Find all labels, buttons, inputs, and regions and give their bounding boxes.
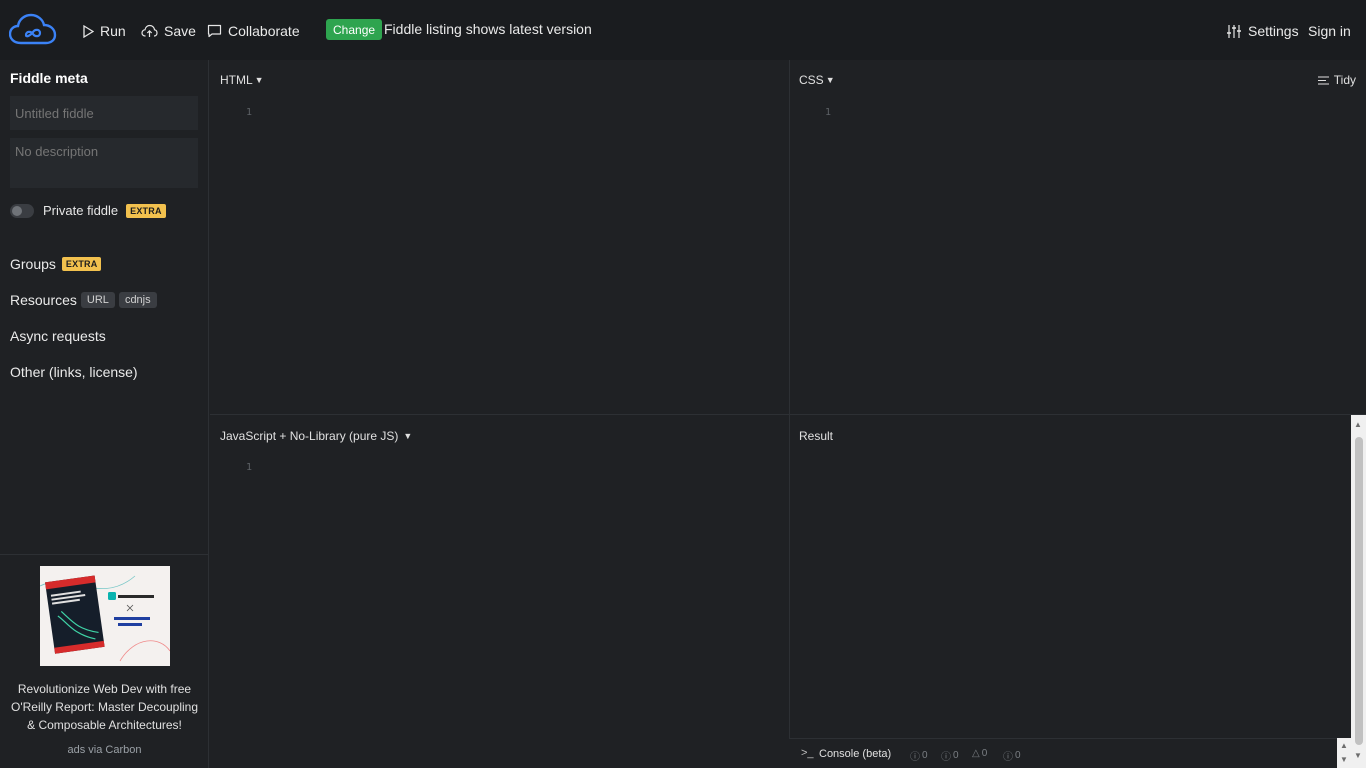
toggle-knob: [12, 205, 22, 216]
play-icon: [83, 24, 94, 38]
cloud-upload-icon: [141, 24, 158, 37]
url-chip[interactable]: URL: [80, 292, 115, 308]
console-scrollbar[interactable]: ▲ ▼: [1337, 738, 1351, 768]
css-pane[interactable]: CSS ▼ Tidy 1: [789, 60, 1366, 414]
scroll-down-arrow-icon[interactable]: ▼: [1354, 751, 1362, 760]
line-number: 1: [246, 462, 253, 473]
js-language-selector[interactable]: JavaScript + No-Library (pure JS) ▼: [220, 429, 412, 443]
extra-badge: EXTRA: [61, 257, 102, 271]
align-left-icon: [1317, 75, 1329, 85]
html-pane[interactable]: HTML ▼ 1: [210, 60, 788, 414]
resources-label: Resources: [10, 292, 77, 308]
ad-text[interactable]: Revolutionize Web Dev with free O'Reilly…: [8, 680, 201, 734]
error-circle-icon: ⓘ: [1003, 752, 1013, 763]
js-label: JavaScript + No-Library (pure JS): [220, 429, 399, 443]
settings-button[interactable]: Settings: [1226, 20, 1299, 42]
ad-image[interactable]: [40, 566, 170, 666]
collaborate-button[interactable]: Collaborate: [207, 20, 300, 42]
scroll-up-arrow-icon[interactable]: ▲: [1354, 420, 1362, 429]
caret-down-icon: ▼: [254, 75, 264, 85]
private-fiddle-label: Private fiddle: [43, 203, 119, 218]
sidebar: Fiddle meta Private fiddle EXTRA Groups …: [0, 60, 209, 768]
error-count: 0: [1015, 750, 1021, 761]
caret-down-icon: ▼: [403, 431, 413, 441]
async-requests-label: Async requests: [10, 328, 106, 344]
other-label: Other (links, license): [10, 364, 138, 380]
css-language-selector[interactable]: CSS ▼: [799, 73, 835, 87]
save-label: Save: [164, 23, 196, 39]
scroll-up-arrow-icon[interactable]: ▲: [1340, 741, 1348, 750]
caret-down-icon: ▼: [825, 75, 835, 85]
css-label: CSS: [799, 73, 824, 87]
sidebar-item-groups[interactable]: Groups EXTRA: [10, 256, 102, 272]
change-badge[interactable]: Change: [326, 19, 383, 40]
top-bar: Run Save Collaborate Change Fiddle listi…: [0, 0, 1366, 60]
info-circle-icon: ⓘ: [910, 752, 920, 763]
console-info-count[interactable]: ⓘ 0: [910, 748, 928, 763]
run-label: Run: [100, 23, 126, 39]
sliders-icon: [1227, 24, 1241, 38]
groups-label: Groups: [10, 256, 56, 272]
change-message: Fiddle listing shows latest version: [384, 21, 592, 37]
scrollbar-thumb[interactable]: [1355, 437, 1363, 745]
sign-in-label: Sign in: [1308, 23, 1351, 39]
line-number: 1: [825, 107, 832, 118]
console-label: Console (beta): [819, 748, 892, 760]
cdnjs-chip[interactable]: cdnjs: [118, 292, 157, 308]
divider: [0, 554, 209, 555]
ads-via-carbon[interactable]: ads via Carbon: [0, 744, 209, 756]
save-button[interactable]: Save: [141, 20, 196, 42]
fiddle-title-input[interactable]: [10, 96, 198, 130]
html-label: HTML: [220, 73, 253, 87]
fiddle-description-input[interactable]: [10, 138, 198, 188]
tidy-label: Tidy: [1333, 73, 1356, 87]
sign-in-button[interactable]: Sign in: [1308, 20, 1351, 42]
run-button[interactable]: Run: [82, 20, 126, 42]
console-warn-count[interactable]: △ 0: [972, 748, 987, 759]
sidebar-item-other[interactable]: Other (links, license): [10, 364, 138, 380]
fiddle-meta-title: Fiddle meta: [10, 70, 88, 86]
console-log-count[interactable]: ⓘ 0: [941, 748, 959, 763]
collaborate-label: Collaborate: [228, 23, 300, 39]
console-prompt-icon: >_: [801, 747, 814, 759]
private-fiddle-row: Private fiddle EXTRA: [10, 203, 166, 218]
javascript-pane[interactable]: JavaScript + No-Library (pure JS) ▼ 1: [210, 415, 788, 768]
tidy-button[interactable]: Tidy: [1317, 73, 1356, 87]
html-language-selector[interactable]: HTML ▼: [220, 73, 264, 87]
info-count: 0: [922, 750, 928, 761]
extra-badge: EXTRA: [126, 203, 166, 218]
log-count: 0: [953, 750, 959, 761]
console-bar[interactable]: >_ Console (beta) ⓘ 0 ⓘ 0 △ 0 ⓘ 0: [789, 738, 1337, 768]
jsfiddle-logo-icon[interactable]: [9, 13, 57, 47]
log-circle-icon: ⓘ: [941, 752, 951, 763]
settings-label: Settings: [1248, 23, 1299, 39]
console-error-count[interactable]: ⓘ 0: [1003, 748, 1021, 763]
line-number: 1: [246, 107, 253, 118]
scroll-down-arrow-icon[interactable]: ▼: [1340, 755, 1348, 764]
result-pane[interactable]: Result: [789, 415, 1351, 738]
sidebar-item-resources[interactable]: Resources URL cdnjs: [10, 292, 157, 308]
result-scrollbar[interactable]: ▲ ▼: [1351, 415, 1366, 768]
chat-bubble-icon: [207, 24, 222, 38]
result-label: Result: [799, 429, 834, 443]
warning-triangle-icon: △: [972, 748, 980, 759]
warn-count: 0: [981, 748, 988, 759]
sidebar-item-async-requests[interactable]: Async requests: [10, 328, 106, 344]
ad-artwork: [40, 566, 170, 666]
private-fiddle-toggle[interactable]: [10, 203, 34, 218]
